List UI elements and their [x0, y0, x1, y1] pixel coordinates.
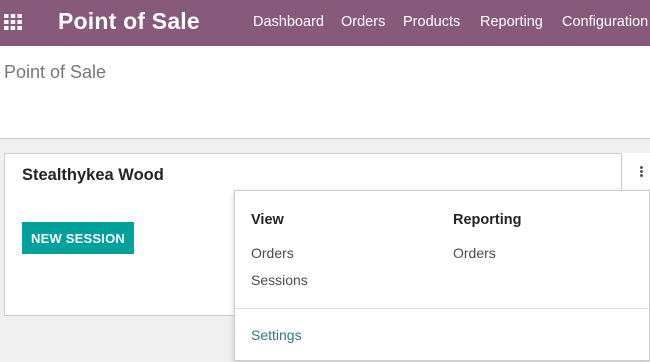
view-orders-link[interactable]: Orders — [251, 245, 294, 261]
reporting-heading: Reporting — [453, 212, 522, 228]
menu-orders[interactable]: Orders — [341, 14, 385, 30]
menu-reporting[interactable]: Reporting — [480, 14, 543, 30]
menu-dashboard[interactable]: Dashboard — [253, 14, 324, 30]
breadcrumb: Point of Sale — [4, 62, 107, 82]
view-heading: View — [251, 212, 284, 228]
card-options-dropdown: View Orders Sessions Reporting Orders Se… — [234, 190, 650, 361]
control-panel: Point of Sale — [0, 46, 650, 139]
view-sessions-link[interactable]: Sessions — [251, 272, 308, 288]
dropdown-divider — [235, 308, 650, 309]
card-options-button[interactable] — [621, 153, 650, 189]
top-navbar: Point of Sale Dashboard Orders Products … — [0, 0, 650, 46]
menu-products[interactable]: Products — [403, 14, 460, 30]
kebab-dot-icon — [640, 166, 643, 169]
settings-link[interactable]: Settings — [251, 327, 302, 343]
menu-configuration[interactable]: Configuration — [562, 14, 648, 30]
kebab-dot-icon — [640, 170, 643, 173]
apps-grid-icon[interactable] — [4, 14, 22, 30]
pos-config-title[interactable]: Stealthykea Wood — [22, 166, 164, 185]
reporting-orders-link[interactable]: Orders — [453, 245, 496, 261]
app-title[interactable]: Point of Sale — [58, 8, 200, 35]
kebab-dot-icon — [640, 174, 643, 177]
new-session-button[interactable]: NEW SESSION — [22, 222, 134, 254]
